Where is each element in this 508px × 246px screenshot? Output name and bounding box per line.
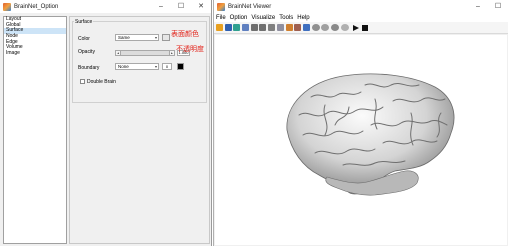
brain-view-4-icon[interactable] xyxy=(340,24,349,31)
pan-hand-icon[interactable] xyxy=(268,24,276,31)
boundary-dropdown-value: None xyxy=(118,64,129,69)
matlab-app-icon xyxy=(3,2,11,11)
boundary-dropdown[interactable]: None ▾ xyxy=(115,63,159,70)
chevron-down-icon: ▾ xyxy=(154,35,157,40)
menu-tools[interactable]: Tools xyxy=(279,15,293,21)
viewer-menubar: File Option Visualize Tools Help xyxy=(214,13,508,22)
opacity-annotation: 不透明度 xyxy=(176,46,204,53)
brain-view-1-icon[interactable] xyxy=(311,24,320,31)
brain-render-canvas[interactable] xyxy=(215,35,507,245)
brain-icon xyxy=(286,73,455,196)
brainnet-viewer-window: BrainNet Viewer – ☐ File Option Visualiz… xyxy=(213,0,508,246)
save-icon[interactable] xyxy=(224,24,232,31)
viewer-window-controls: – ☐ xyxy=(468,0,508,13)
double-brain-checkbox[interactable] xyxy=(80,79,85,84)
surface-color-swatch[interactable] xyxy=(162,34,170,41)
menu-file[interactable]: File xyxy=(216,15,226,21)
opacity-slider[interactable]: ◂ ▸ xyxy=(115,50,175,56)
maximize-icon[interactable]: ☐ xyxy=(171,0,191,13)
category-image[interactable]: Image xyxy=(4,50,66,57)
stop-icon[interactable] xyxy=(362,24,369,31)
opacity-label: Opacity xyxy=(78,49,95,55)
menu-help[interactable]: Help xyxy=(297,15,309,21)
close-icon[interactable]: ✕ xyxy=(191,0,211,13)
boundary-number-field[interactable]: 0 xyxy=(162,63,172,70)
option-titlebar: BrainNet_Option – ☐ ✕ xyxy=(0,0,211,13)
minimize-icon[interactable]: – xyxy=(468,0,488,13)
color-annotation: 表面颜色 xyxy=(171,31,199,38)
slider-left-arrow-icon[interactable]: ◂ xyxy=(116,51,121,55)
brush-icon[interactable] xyxy=(294,24,302,31)
double-brain-label: Double Brain xyxy=(87,79,116,85)
color-label: Color xyxy=(78,36,90,42)
rotate-icon[interactable] xyxy=(276,24,284,31)
zoom-out-icon[interactable] xyxy=(259,24,267,31)
play-icon[interactable] xyxy=(353,24,360,31)
option-window-controls: – ☐ ✕ xyxy=(151,0,211,13)
brain-surface-render xyxy=(286,73,455,196)
viewer-window-title: BrainNet Viewer xyxy=(228,3,272,10)
data-cursor-icon[interactable] xyxy=(285,24,293,31)
menu-visualize[interactable]: Visualize xyxy=(251,15,275,21)
minimize-icon[interactable]: – xyxy=(151,0,171,13)
maximize-icon[interactable]: ☐ xyxy=(488,0,508,13)
viewer-titlebar: BrainNet Viewer – ☐ xyxy=(214,0,508,13)
open-folder-icon[interactable] xyxy=(216,24,223,31)
chevron-down-icon: ▾ xyxy=(154,64,157,69)
brainnet-option-window: BrainNet_Option – ☐ ✕ Layout Global Surf… xyxy=(0,0,212,246)
surface-group-title: Surface xyxy=(74,19,94,25)
grid-icon[interactable] xyxy=(242,24,250,31)
slider-right-arrow-icon[interactable]: ▸ xyxy=(169,51,174,55)
color-dropdown[interactable]: Same ▾ xyxy=(115,34,159,41)
viewer-toolbar xyxy=(214,22,508,34)
zoom-in-icon[interactable] xyxy=(250,24,258,31)
option-category-list[interactable]: Layout Global Surface Node Edge Volume I… xyxy=(3,16,67,244)
option-window-title: BrainNet_Option xyxy=(14,3,59,10)
brain-view-3-icon[interactable] xyxy=(330,24,339,31)
colorbar-icon[interactable] xyxy=(302,24,310,31)
boundary-color-swatch[interactable] xyxy=(177,63,184,70)
boundary-label: Boundary xyxy=(78,65,100,71)
menu-option[interactable]: Option xyxy=(230,15,248,21)
color-dropdown-value: Same xyxy=(118,35,130,40)
brain-view-2-icon[interactable] xyxy=(321,24,330,31)
layers-icon[interactable] xyxy=(233,24,241,31)
matlab-app-icon xyxy=(217,2,225,11)
